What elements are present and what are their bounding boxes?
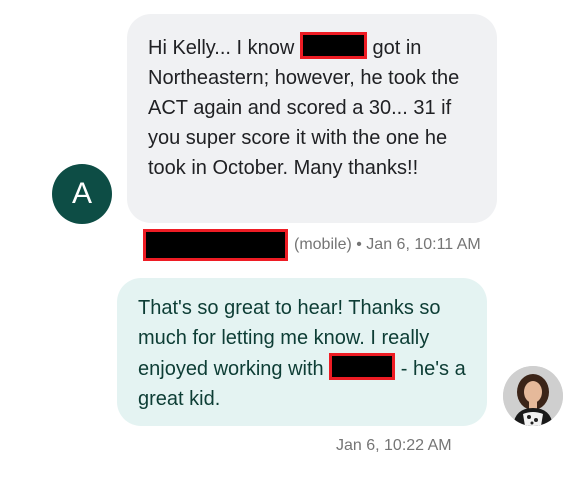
incoming-message-bubble[interactable]: Hi Kelly... I know got in Northeastern; … [127,14,497,223]
incoming-message-meta: (mobile) • Jan 6, 10:11 AM [143,229,481,261]
user-avatar[interactable] [503,366,563,426]
sender-avatar[interactable]: A [52,164,112,224]
redacted-name-box [329,353,396,380]
redacted-name-box [299,32,367,59]
outgoing-message-bubble[interactable]: That's so great to hear! Thanks so much … [117,278,487,426]
incoming-message-text-part-1: Hi Kelly... I know [148,37,300,59]
outgoing-timestamp: Jan 6, 10:22 AM [336,437,452,454]
user-photo-icon [503,366,563,426]
device-label: (mobile) [294,236,352,253]
redacted-sender-name-box [143,229,288,261]
incoming-timestamp: Jan 6, 10:11 AM [366,236,481,253]
meta-separator: • [351,236,367,253]
sender-avatar-letter: A [71,177,92,210]
